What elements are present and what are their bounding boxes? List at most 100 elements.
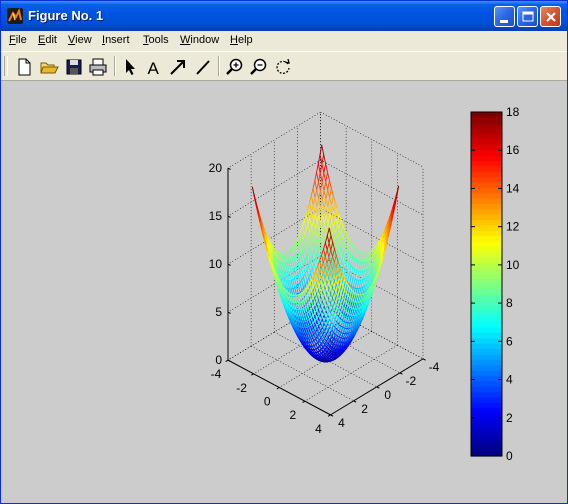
mesh-line <box>298 234 302 245</box>
colorbar-band <box>471 407 502 414</box>
y-tick-mark <box>422 358 426 361</box>
colorbar-tick-label: 14 <box>506 181 520 195</box>
mesh-line <box>297 284 301 293</box>
mesh-line <box>307 252 311 262</box>
colorbar-band <box>471 224 502 231</box>
minimize-button[interactable] <box>494 6 515 27</box>
title-bar[interactable]: Figure No. 1 <box>1 1 567 31</box>
save-button[interactable] <box>63 56 85 78</box>
mesh-line <box>320 215 323 224</box>
menu-tools-label: ools <box>148 34 169 46</box>
colorbar-band <box>471 133 502 140</box>
mesh-line <box>315 257 319 266</box>
mesh-line <box>316 214 320 224</box>
mesh-line <box>307 208 311 219</box>
matlab-app-icon[interactable] <box>7 8 23 24</box>
menu-help[interactable]: Help <box>230 34 253 46</box>
select-arrow-button[interactable] <box>119 56 141 78</box>
mesh-line <box>302 225 306 236</box>
colorbar-band <box>471 181 502 188</box>
colorbar-band <box>471 375 502 382</box>
new-figure-button[interactable] <box>13 56 35 78</box>
menu-file[interactable]: File <box>9 34 27 46</box>
menu-window[interactable]: Window <box>180 34 219 46</box>
mesh-line <box>315 243 318 253</box>
insert-arrow-button[interactable] <box>167 56 189 78</box>
open-button[interactable] <box>38 56 60 78</box>
colorbar-band <box>471 144 502 151</box>
menu-edit[interactable]: Edit <box>38 34 57 46</box>
mesh-line <box>362 262 365 273</box>
grid-line <box>227 159 321 217</box>
mesh-line <box>329 187 332 199</box>
figure-canvas[interactable]: -4 -2 0 2 4 -4 -2 0 2 4 0 5 10 15 20 0 2 4 6 8 10 12 14 16 18 <box>1 81 567 503</box>
mesh-line <box>307 201 311 210</box>
toolbar-grip[interactable] <box>4 56 8 76</box>
x-tick-label: 4 <box>315 422 322 436</box>
menu-insert[interactable]: Insert <box>102 34 130 46</box>
x-tick-mark <box>251 373 254 376</box>
mesh-line <box>305 285 309 289</box>
colorbar-band <box>471 192 502 199</box>
close-button[interactable] <box>540 6 561 27</box>
maximize-button[interactable] <box>517 6 538 27</box>
menu-tools[interactable]: Tools <box>143 34 169 46</box>
mesh-line <box>342 243 346 254</box>
mesh-line <box>318 172 321 183</box>
mesh-line <box>348 237 352 243</box>
mesh-line <box>360 271 363 281</box>
mesh-line <box>330 187 334 196</box>
mesh-line <box>307 217 311 225</box>
mesh-line <box>306 269 310 279</box>
mesh-line <box>336 214 340 225</box>
mesh-line <box>310 195 314 206</box>
mesh-line <box>325 214 329 223</box>
print-button[interactable] <box>87 56 109 78</box>
mesh-line <box>343 331 346 338</box>
mesh-line <box>333 211 336 219</box>
mesh-line <box>291 244 295 248</box>
mesh-line <box>323 190 327 200</box>
y-tick-label: 2 <box>361 402 368 416</box>
mesh-line <box>305 208 309 216</box>
mesh-line <box>297 234 300 239</box>
mesh-line <box>302 220 305 227</box>
rotate-3d-button[interactable] <box>272 56 294 78</box>
z-tick-mark <box>227 359 231 362</box>
mesh-line <box>318 238 322 246</box>
mesh-line <box>309 195 312 203</box>
mesh-line <box>352 244 355 248</box>
mesh-line <box>313 220 316 230</box>
mesh-line <box>309 226 313 234</box>
colorbar-band <box>471 165 502 172</box>
mesh-line <box>352 268 356 279</box>
mesh-line <box>304 280 308 286</box>
colorbar-band <box>471 203 502 210</box>
colorbar-band <box>471 332 502 339</box>
mesh-line <box>290 249 293 260</box>
zoom-in-icon <box>226 58 243 75</box>
mesh-line <box>309 241 313 248</box>
mesh-line <box>295 250 299 255</box>
mesh-line <box>333 226 337 234</box>
colorbar-band <box>471 208 502 215</box>
surface-plot[interactable]: -4 -2 0 2 4 -4 -2 0 2 4 0 5 10 15 20 0 2 4 6 8 10 12 14 16 18 <box>1 81 567 503</box>
mesh-line <box>302 239 306 250</box>
mesh-line <box>316 230 320 239</box>
mesh-line <box>312 180 316 189</box>
mesh-line <box>314 206 318 215</box>
insert-line-button[interactable] <box>192 56 214 78</box>
zoom-out-button[interactable] <box>248 56 270 78</box>
mesh-line <box>325 189 329 200</box>
mesh-line <box>350 267 354 277</box>
insert-text-button[interactable]: A <box>143 56 165 78</box>
mesh-line <box>323 181 327 192</box>
menu-view[interactable]: View <box>68 34 92 46</box>
insert-line-icon <box>196 60 210 75</box>
mesh-line <box>358 251 361 263</box>
colorbar-band <box>471 230 502 237</box>
mesh-line <box>315 237 318 245</box>
mesh-line <box>316 181 319 191</box>
zoom-in-button[interactable] <box>224 56 246 78</box>
mesh-line <box>321 181 325 192</box>
